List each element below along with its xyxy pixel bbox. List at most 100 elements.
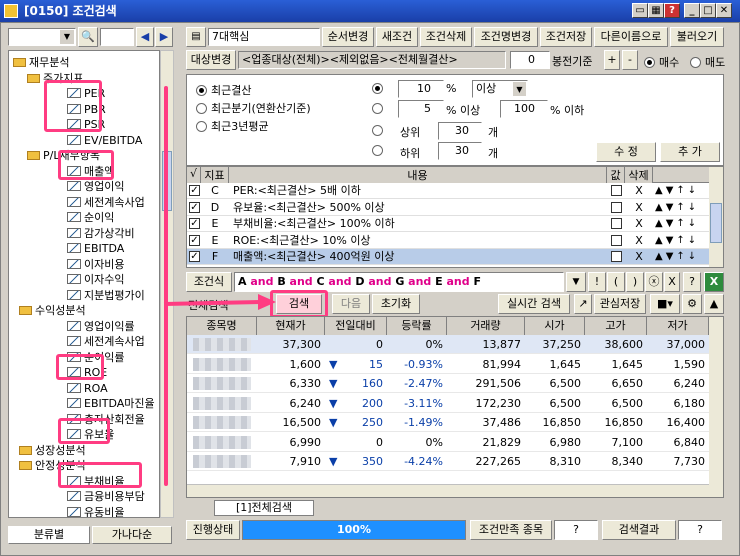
row-move-icons[interactable]: ▲▼↑↓ (655, 200, 699, 216)
row-move-icons[interactable]: ▲▼↑↓ (655, 249, 699, 265)
tab-alpha[interactable]: 가나다순 (92, 526, 172, 544)
tree-item[interactable]: 지분법평가이 (67, 288, 145, 304)
row-delete[interactable]: X (625, 216, 653, 232)
table-row[interactable]: 6,240 ▼ 200 -3.11% 172,230 6,500 6,500 6,180 (187, 394, 709, 413)
cond-value-radio[interactable] (372, 83, 383, 94)
row-delete[interactable]: X (625, 183, 653, 199)
bong-spinner[interactable]: 0 (510, 51, 550, 69)
tree-item[interactable]: 세전계속사업 (67, 334, 145, 350)
tree-item[interactable]: EBITDA (67, 241, 124, 257)
formula-input[interactable]: A and B and C and D and G and E and F (234, 272, 564, 292)
delete-condition-button[interactable]: 조건삭제 (420, 27, 472, 47)
buy-radio[interactable] (644, 57, 655, 68)
save-condition-button[interactable]: 조건저장 (540, 27, 592, 47)
value3-spinner[interactable]: 100 (500, 100, 548, 118)
chart-icon[interactable]: ↗ (574, 294, 592, 314)
category-select[interactable]: ▼ (8, 28, 76, 46)
row-value-checkbox[interactable] (611, 234, 622, 246)
target-change-button[interactable]: 대상변경 (186, 50, 236, 70)
chevron-down-icon[interactable]: ▼ (513, 82, 526, 96)
row-value-checkbox[interactable] (611, 185, 622, 196)
chevron-down-icon[interactable]: ▼ (566, 272, 586, 292)
bottom-radio[interactable] (372, 145, 383, 156)
row-checkbox[interactable]: ✓ (189, 251, 200, 262)
rename-condition-button[interactable]: 조건명변경 (474, 27, 538, 47)
tile-icon[interactable]: ▦ (648, 3, 664, 18)
results-col-header[interactable]: 저가 (647, 317, 709, 335)
value2-spinner[interactable]: 5 (398, 100, 444, 118)
tree-item[interactable]: 이자수익 (67, 272, 124, 288)
condition-row[interactable]: ✓ E ROE:<최근결산> 10% 이상 X ▲▼↑↓ (187, 233, 709, 249)
minimize-icon[interactable]: _ (684, 3, 700, 18)
save-watchlist-button[interactable]: 관심저장 (594, 294, 646, 314)
collapse-up-icon[interactable]: ▲ (704, 294, 724, 314)
row-delete[interactable]: X (625, 233, 653, 249)
edit-button[interactable]: 수 정 (596, 142, 656, 162)
compare-select[interactable]: 이상 ▼ (472, 80, 528, 98)
condition-row[interactable]: ✓ D 유보율:<최근결산> 500% 이상 X ▲▼↑↓ (187, 200, 709, 216)
maximize-icon[interactable]: □ (700, 3, 716, 18)
pin-icon[interactable]: ▭ (632, 3, 648, 18)
help-icon[interactable]: ? (664, 3, 680, 18)
results-col-header[interactable]: 등락률 (387, 317, 447, 335)
condition-icon[interactable]: ▤ (186, 27, 206, 47)
row-value-checkbox[interactable] (611, 251, 622, 262)
tree-folder[interactable]: 수익성분석 (19, 303, 86, 319)
table-row[interactable]: 37,300 0 0% 13,877 37,250 38,600 37,000 (187, 335, 709, 354)
chevron-down-icon[interactable]: ▼ (60, 30, 74, 44)
row-checkbox[interactable]: ✓ (189, 218, 200, 229)
rparen-button[interactable]: ) (626, 272, 644, 292)
condition-name-input[interactable]: 7대핵심 (208, 28, 320, 46)
new-condition-button[interactable]: 새조건 (376, 27, 418, 47)
gear-icon[interactable]: ⚙ (682, 294, 702, 314)
period-recent-radio[interactable] (196, 85, 207, 96)
close-icon[interactable]: ✕ (716, 3, 732, 18)
results-col-header[interactable]: 시가 (525, 317, 585, 335)
clear-x-button[interactable]: ⓧ (645, 272, 663, 292)
results-col-header[interactable]: 고가 (585, 317, 647, 335)
search-input[interactable] (100, 28, 134, 46)
condition-row[interactable]: ✓ C PER:<최근결산> 5배 이하 X ▲▼↑↓ (187, 183, 709, 199)
tree-folder[interactable]: 성장성분석 (19, 443, 86, 459)
x-button[interactable]: X (664, 272, 680, 292)
results-hscrollbar[interactable] (187, 484, 709, 497)
table-row[interactable]: 7,910 ▼ 350 -4.24% 227,265 8,310 8,340 7,730 (187, 452, 709, 471)
add-button[interactable]: 추 가 (660, 142, 720, 162)
period-quarter-radio[interactable] (196, 103, 207, 114)
tree-item[interactable]: 이자비용 (67, 257, 124, 273)
save-as-button[interactable]: 다른이름으로 (594, 27, 668, 47)
results-col-header[interactable]: 거래량 (447, 317, 525, 335)
cond-range-radio[interactable] (372, 103, 383, 114)
table-row[interactable]: 16,500 ▼ 250 -1.49% 37,486 16,850 16,850 16,400 (187, 413, 709, 432)
tree-item[interactable]: EBITDA마진율 (67, 396, 155, 412)
row-move-icons[interactable]: ▲▼↑↓ (655, 233, 699, 249)
results-col-header[interactable]: 현재가 (257, 317, 325, 335)
row-value-checkbox[interactable] (611, 218, 622, 229)
sell-radio[interactable] (690, 57, 701, 68)
row-value-checkbox[interactable] (611, 201, 622, 213)
top-spinner[interactable]: 30 (438, 122, 482, 140)
tree-item[interactable]: 영업이익 (67, 179, 124, 195)
results-col-header[interactable]: 전일대비 (325, 317, 387, 335)
condition-row[interactable]: ✓ E 부채비율:<최근결산> 100% 이하 X ▲▼↑↓ (187, 216, 709, 232)
next-arrow-icon[interactable]: ▶ (155, 27, 173, 47)
search-icon[interactable]: 🔍 (78, 27, 98, 47)
lparen-button[interactable]: ( (607, 272, 625, 292)
condition-scroll-thumb[interactable] (710, 203, 722, 243)
prev-arrow-icon[interactable]: ◀ (136, 27, 154, 47)
reset-button[interactable]: 초기화 (372, 294, 420, 314)
tree-item[interactable]: 순이익 (67, 210, 114, 226)
condition-scrollbar[interactable] (709, 167, 723, 267)
minus-button[interactable]: - (622, 50, 638, 70)
not-button[interactable]: ! (588, 272, 606, 292)
results-col-header[interactable]: 종목명 (187, 317, 257, 335)
condition-row[interactable]: ✓ F 매출액:<최근결산> 400억원 이상 X ▲▼↑↓ (187, 249, 709, 265)
tree-item[interactable]: EV/EBITDA (67, 133, 142, 149)
plus-button[interactable]: + (604, 50, 620, 70)
tree-item[interactable]: 유동비율 (67, 505, 124, 517)
excel-icon[interactable]: X (704, 272, 724, 292)
row-checkbox[interactable]: ✓ (189, 234, 200, 246)
color-select[interactable]: ■▾ (650, 294, 680, 314)
value1-spinner[interactable]: 10 (398, 80, 444, 98)
tree-item[interactable]: 금융비용부담 (67, 489, 145, 505)
